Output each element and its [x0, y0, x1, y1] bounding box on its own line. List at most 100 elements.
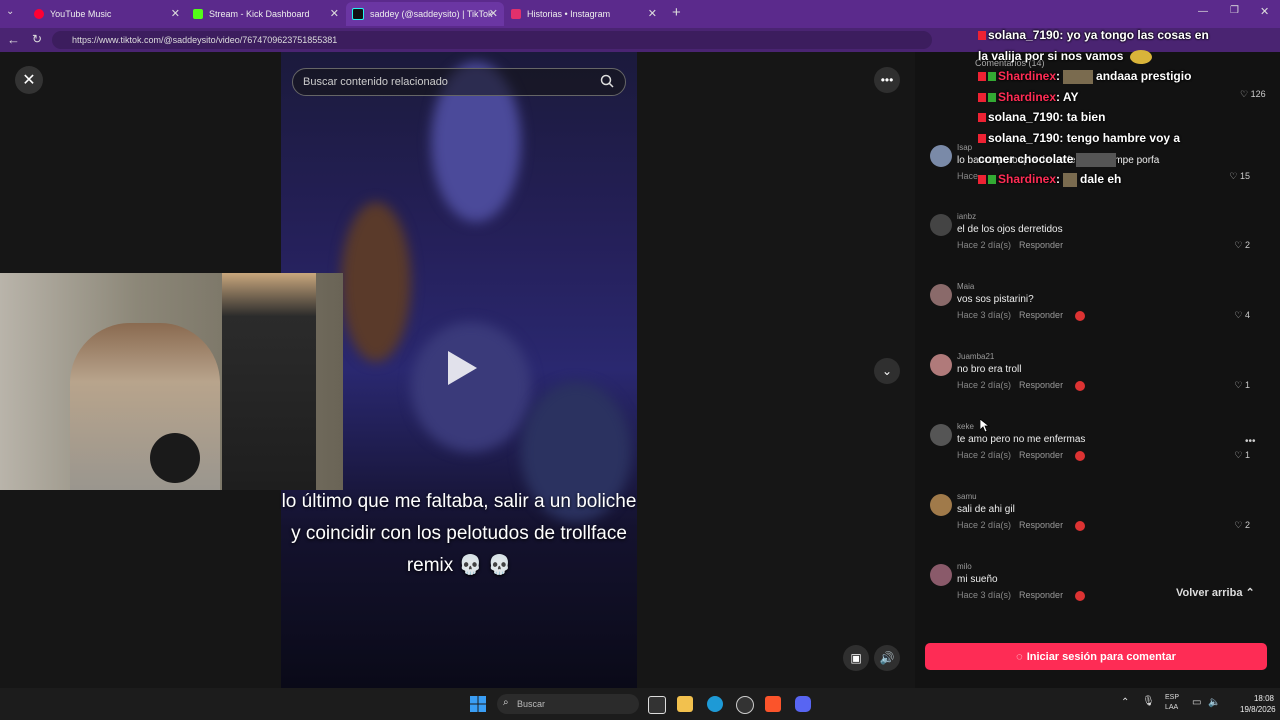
- tab-title: saddey (@saddeysito) | TikTok: [370, 9, 493, 19]
- discord-icon[interactable]: [795, 696, 811, 712]
- avatar[interactable]: [930, 354, 952, 376]
- comment-more-icon[interactable]: •••: [1245, 436, 1256, 447]
- comment-user[interactable]: keke: [957, 422, 974, 431]
- chat-emote: [1063, 69, 1094, 84]
- url-field[interactable]: https://www.tiktok.com/@saddeysito/video…: [52, 31, 932, 49]
- chat-text: la valija por si nos vamos: [978, 49, 1124, 63]
- pip-icon[interactable]: ▣: [843, 645, 869, 671]
- comment-user[interactable]: Isap: [957, 143, 972, 152]
- close-icon[interactable]: ✕: [171, 7, 180, 20]
- tab-instagram[interactable]: Historias • Instagram ✕: [505, 2, 663, 26]
- avatar[interactable]: [930, 564, 952, 586]
- minimize-icon[interactable]: —: [1198, 6, 1208, 17]
- windows-taskbar: [0, 688, 1280, 720]
- comment-user[interactable]: Juamba21: [957, 352, 994, 361]
- more-options-icon[interactable]: •••: [874, 67, 900, 93]
- chat-text: comer chocolate: [978, 152, 1074, 166]
- file-explorer-icon[interactable]: [677, 696, 693, 712]
- tab-kick-dashboard[interactable]: Stream - Kick Dashboard ✕: [187, 2, 345, 26]
- region-code: LAA: [1165, 704, 1179, 711]
- comment-meta: Hace 2 día(s) Responder: [957, 380, 1093, 391]
- chevron-down-icon[interactable]: ⌄: [874, 358, 900, 384]
- volume-icon[interactable]: 🔊: [874, 645, 900, 671]
- login-to-comment-button[interactable]: ◌ Iniciar sesión para comentar: [925, 643, 1267, 670]
- browser-tab-bar: ⌄ YouTube Music ✕ Stream - Kick Dashboar…: [0, 0, 1280, 28]
- like-button[interactable]: ♡ 4: [1234, 310, 1250, 321]
- close-icon[interactable]: ✕: [489, 7, 498, 20]
- taskbar-search-input[interactable]: Buscar: [497, 694, 639, 714]
- chat-badge-icon: [988, 175, 996, 185]
- avatar[interactable]: [930, 214, 952, 236]
- terminal-icon[interactable]: [648, 696, 666, 714]
- comment-user[interactable]: samu: [957, 492, 977, 501]
- comment-meta: Hace 3 día(s) Responder: [957, 590, 1093, 601]
- like-count: 4: [1244, 310, 1250, 320]
- related-search-input[interactable]: Buscar contenido relacionado: [292, 68, 626, 96]
- new-tab-icon[interactable]: +: [672, 4, 681, 21]
- network-icon[interactable]: ▭: [1192, 697, 1201, 708]
- reload-icon[interactable]: ↻: [32, 32, 42, 46]
- clock-time: 18:08: [1253, 694, 1274, 703]
- reply-button[interactable]: Responder: [1019, 590, 1063, 600]
- microphone-icon[interactable]: 🎙: [1142, 696, 1155, 707]
- chat-message: solana_7190: ta bien: [978, 110, 1105, 124]
- reply-button[interactable]: Responder: [1019, 240, 1063, 250]
- comment-user[interactable]: Maia: [957, 282, 974, 291]
- edge-icon[interactable]: [707, 696, 723, 712]
- like-button[interactable]: ♡ 1: [1234, 450, 1250, 461]
- like-button[interactable]: ♡ 2: [1234, 520, 1250, 531]
- chat-message: comer chocolate: [978, 152, 1119, 167]
- avatar[interactable]: [930, 494, 952, 516]
- comment-meta: Hace 2 día(s) Responder: [957, 450, 1093, 461]
- cardboard-cutout: [222, 273, 316, 490]
- like-button[interactable]: ♡ 15: [1229, 171, 1250, 182]
- chat-text: AY: [1062, 90, 1079, 104]
- brave-icon[interactable]: [765, 696, 781, 712]
- reply-button[interactable]: Responder: [1019, 520, 1063, 530]
- volume-icon[interactable]: 🔈: [1208, 697, 1220, 708]
- search-placeholder: Buscar contenido relacionado: [303, 76, 448, 88]
- like-button[interactable]: ♡ 1: [1234, 380, 1250, 391]
- clock-date: 19/8/2026: [1240, 705, 1276, 714]
- top-comment-likes[interactable]: ♡ 126: [1240, 89, 1266, 100]
- chat-badge-icon: [988, 93, 996, 103]
- tab-menu-icon[interactable]: ⌄: [6, 6, 14, 17]
- reply-button[interactable]: Responder: [1019, 450, 1063, 460]
- search-icon[interactable]: [600, 74, 614, 88]
- close-window-icon[interactable]: ✕: [1260, 5, 1269, 18]
- comment-user[interactable]: ianbz: [957, 212, 976, 221]
- close-icon[interactable]: ✕: [648, 7, 657, 20]
- reply-button[interactable]: Responder: [1019, 310, 1063, 320]
- chevron-up-icon[interactable]: ⌃: [1121, 697, 1129, 708]
- back-to-top-button[interactable]: Volver arriba ⌃: [1176, 586, 1266, 606]
- comment-user[interactable]: milo: [957, 562, 972, 571]
- obs-icon[interactable]: [736, 696, 754, 714]
- chat-username: Shardinex: [998, 90, 1057, 104]
- like-button[interactable]: ♡ 2: [1234, 240, 1250, 251]
- avatar[interactable]: [930, 145, 952, 167]
- back-icon[interactable]: ←: [7, 32, 20, 47]
- comment-text: te amo pero no me enfermas: [957, 434, 1086, 445]
- reply-button[interactable]: Responder: [1019, 380, 1063, 390]
- close-video-button[interactable]: ✕: [15, 66, 43, 94]
- chat-message: Shardinex: AY: [978, 90, 1079, 104]
- comment-time: Hace 3 día(s): [957, 310, 1012, 320]
- tab-youtube-music[interactable]: YouTube Music ✕: [28, 2, 186, 26]
- taskbar-clock[interactable]: 18:08 19/8/2026: [1240, 693, 1276, 715]
- avatar[interactable]: [930, 424, 952, 446]
- avatar[interactable]: [930, 284, 952, 306]
- tab-tiktok[interactable]: saddey (@saddeysito) | TikTok ✕: [346, 2, 504, 26]
- close-icon[interactable]: ✕: [330, 7, 339, 20]
- chat-badge-icon: [988, 72, 996, 82]
- keyboard-language[interactable]: ESP LAA: [1165, 693, 1179, 713]
- comment-time: Hace 2 día(s): [957, 240, 1012, 250]
- play-icon[interactable]: [444, 348, 480, 388]
- comment-text: vos sos pistarini?: [957, 294, 1034, 305]
- windows-start-icon[interactable]: [470, 696, 486, 712]
- like-count: 1: [1244, 380, 1250, 390]
- chat-text: ta bien: [1066, 110, 1106, 124]
- maximize-icon[interactable]: ❐: [1230, 5, 1239, 16]
- chat-badge-icon: [978, 93, 986, 103]
- youtube-music-icon: [34, 9, 44, 19]
- chat-text: andaaa prestigio: [1096, 69, 1192, 83]
